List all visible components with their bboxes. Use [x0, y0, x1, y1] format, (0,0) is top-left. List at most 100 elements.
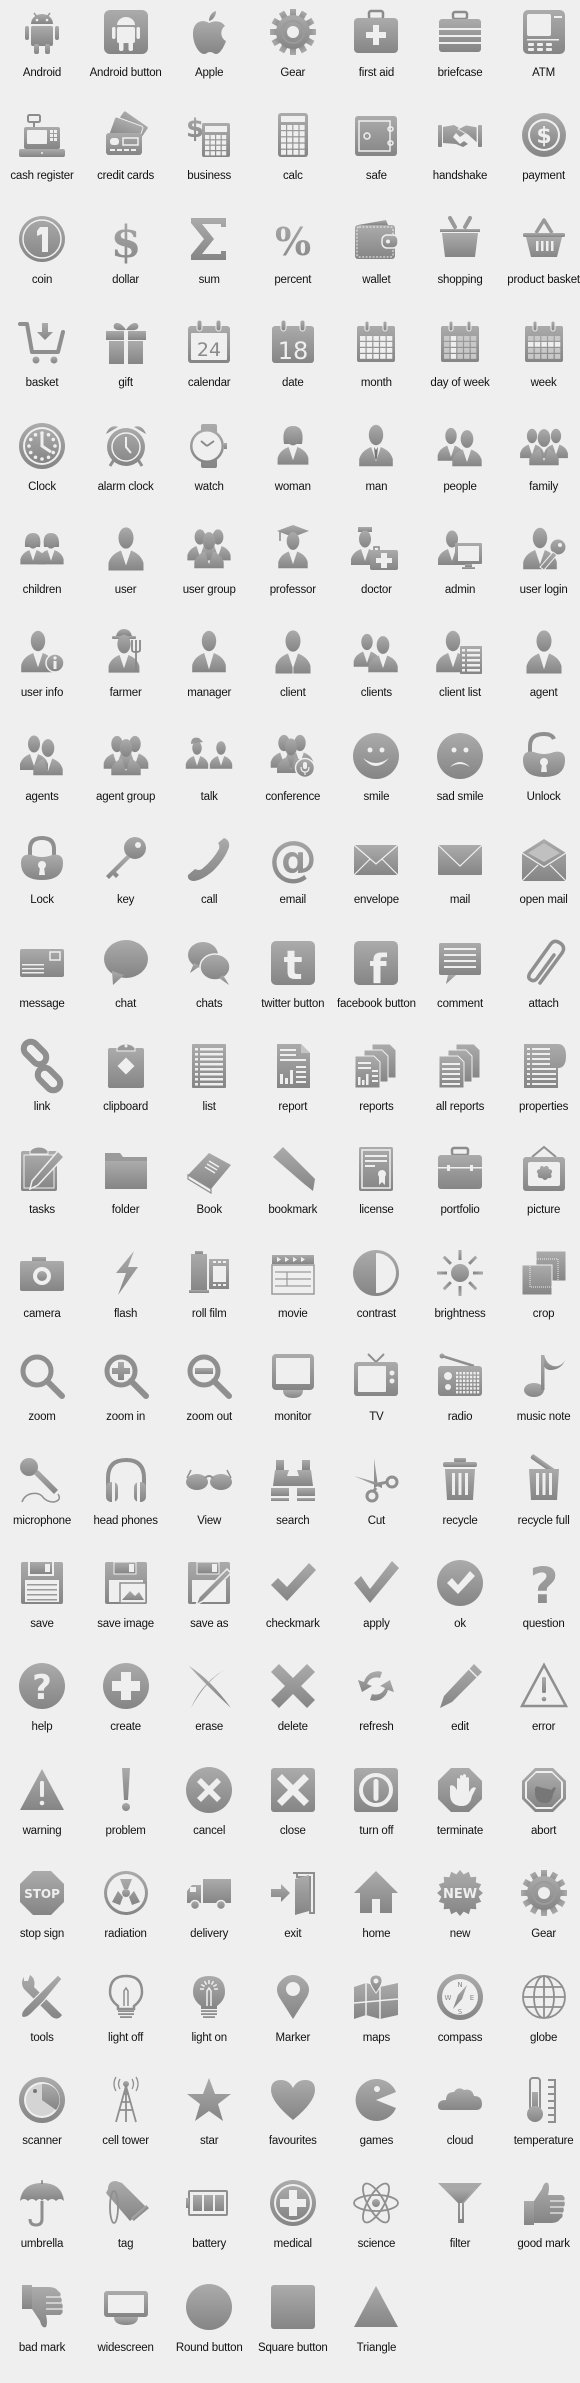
- icon-tile-refresh[interactable]: refresh: [334, 1662, 418, 1762]
- icon-tile-bad-mark[interactable]: bad mark: [0, 2283, 84, 2383]
- icon-tile-calc[interactable]: calc: [251, 111, 335, 211]
- icon-tile-question[interactable]: ? question: [502, 1557, 580, 1659]
- icon-tile-book[interactable]: Book: [167, 1145, 251, 1245]
- icon-tile-people[interactable]: people: [418, 422, 502, 522]
- icon-tile-movie[interactable]: movie: [251, 1249, 335, 1349]
- icon-tile-medical[interactable]: medical: [251, 2179, 335, 2279]
- icon-tile-user[interactable]: user: [84, 525, 168, 625]
- icon-tile-stop-sign[interactable]: STOP stop sign: [0, 1869, 84, 1969]
- icon-tile-abort[interactable]: abort: [502, 1766, 580, 1866]
- icon-tile-percent[interactable]: % percent: [251, 215, 335, 315]
- icon-tile-conference[interactable]: conference: [251, 732, 335, 832]
- icon-tile-ok[interactable]: ok: [418, 1559, 502, 1659]
- icon-tile-chat[interactable]: chat: [84, 939, 168, 1039]
- icon-tile-help[interactable]: ? help: [0, 1662, 84, 1762]
- icon-tile-shopping[interactable]: shopping: [418, 215, 502, 315]
- icon-tile-recycle-full[interactable]: recycle full: [502, 1454, 580, 1556]
- icon-tile-clipboard[interactable]: clipboard: [84, 1042, 168, 1142]
- icon-tile-week[interactable]: week: [502, 318, 580, 418]
- icon-tile-terminate[interactable]: terminate: [418, 1766, 502, 1866]
- icon-tile-day-of-week[interactable]: day of week: [418, 318, 502, 418]
- icon-tile-tasks[interactable]: tasks: [0, 1145, 84, 1245]
- icon-tile-client[interactable]: client: [251, 628, 335, 728]
- icon-tile-dollar[interactable]: $ dollar: [84, 215, 168, 315]
- icon-tile-cell-tower[interactable]: cell tower: [84, 2076, 168, 2176]
- icon-tile-reports[interactable]: reports: [334, 1042, 418, 1142]
- icon-tile-professor[interactable]: professor: [251, 525, 335, 625]
- icon-tile-science[interactable]: science: [334, 2179, 418, 2279]
- icon-tile-business[interactable]: $ business: [167, 111, 251, 211]
- icon-tile-license[interactable]: license: [334, 1145, 418, 1245]
- icon-tile-recycle[interactable]: recycle: [418, 1456, 502, 1556]
- icon-tile-microphone[interactable]: microphone: [0, 1456, 84, 1556]
- icon-tile-coin[interactable]: coin: [0, 215, 84, 315]
- icon-tile-product-basket[interactable]: product basket: [502, 215, 580, 315]
- icon-tile-good-mark[interactable]: good mark: [502, 2179, 580, 2279]
- icon-tile-call[interactable]: call: [167, 835, 251, 935]
- icon-tile-filter[interactable]: filter: [418, 2179, 502, 2279]
- icon-tile-erase[interactable]: erase: [167, 1662, 251, 1762]
- icon-tile-delete[interactable]: delete: [251, 1662, 335, 1762]
- icon-tile-agent[interactable]: agent: [502, 628, 580, 728]
- icon-tile-portfolio[interactable]: portfolio: [418, 1145, 502, 1245]
- icon-tile-link[interactable]: link: [0, 1038, 84, 1142]
- icon-tile-user-login[interactable]: user login: [502, 525, 580, 625]
- icon-tile-create[interactable]: create: [84, 1662, 168, 1762]
- icon-tile-globe[interactable]: globe: [502, 1973, 580, 2073]
- icon-tile-manager[interactable]: manager: [167, 628, 251, 728]
- icon-tile-search[interactable]: search: [251, 1456, 335, 1556]
- icon-tile-open-mail[interactable]: open mail: [502, 835, 580, 935]
- icon-tile-android[interactable]: Android: [0, 8, 84, 108]
- icon-tile-monitor[interactable]: monitor: [251, 1352, 335, 1452]
- icon-tile-round-button[interactable]: Round button: [167, 2283, 251, 2383]
- icon-tile-widescreen[interactable]: widescreen: [84, 2283, 168, 2383]
- icon-tile-all-reports[interactable]: all reports: [418, 1042, 502, 1142]
- icon-tile-new[interactable]: NEW new: [418, 1869, 502, 1969]
- icon-tile-cloud[interactable]: cloud: [418, 2076, 502, 2176]
- icon-tile-children[interactable]: children: [0, 525, 84, 625]
- icon-tile-games[interactable]: games: [334, 2076, 418, 2176]
- icon-tile-square-button[interactable]: Square button: [251, 2283, 335, 2383]
- icon-tile-apply[interactable]: apply: [334, 1559, 418, 1659]
- icon-tile-favourites[interactable]: favourites: [251, 2076, 335, 2176]
- icon-tile-list[interactable]: list: [167, 1042, 251, 1142]
- icon-tile-roll-film[interactable]: roll film: [167, 1249, 251, 1349]
- icon-tile-checkmark[interactable]: checkmark: [251, 1559, 335, 1659]
- icon-tile-comment[interactable]: comment: [418, 939, 502, 1039]
- icon-tile-chats[interactable]: chats: [167, 939, 251, 1039]
- icon-tile-envelope[interactable]: envelope: [334, 835, 418, 935]
- icon-tile-talk[interactable]: talk: [167, 732, 251, 832]
- icon-tile-scanner[interactable]: scanner: [0, 2076, 84, 2176]
- icon-tile-cut[interactable]: Cut: [334, 1456, 418, 1556]
- icon-tile-alarm-clock[interactable]: alarm clock: [84, 422, 168, 522]
- icon-tile-cash-register[interactable]: cash register: [0, 111, 84, 211]
- icon-tile-save-as[interactable]: save as: [167, 1559, 251, 1659]
- icon-tile-farmer[interactable]: farmer: [84, 628, 168, 728]
- icon-tile-atm[interactable]: ATM: [502, 8, 580, 108]
- icon-tile-headphones[interactable]: head phones: [84, 1456, 168, 1556]
- icon-tile-safe[interactable]: safe: [334, 111, 418, 211]
- icon-tile-umbrella[interactable]: umbrella: [0, 2179, 84, 2279]
- icon-tile-wallet[interactable]: wallet: [334, 215, 418, 315]
- icon-tile-unlock[interactable]: Unlock: [502, 731, 580, 832]
- icon-tile-battery[interactable]: battery: [167, 2179, 251, 2279]
- icon-tile-error[interactable]: error: [502, 1662, 580, 1762]
- icon-tile-android-button[interactable]: Android button: [84, 8, 168, 108]
- icon-tile-crop[interactable]: crop: [502, 1249, 580, 1349]
- icon-tile-camera[interactable]: camera: [0, 1249, 84, 1349]
- icon-tile-clients[interactable]: clients: [334, 628, 418, 728]
- icon-tile-basket[interactable]: basket: [0, 318, 84, 418]
- icon-tile-first-aid[interactable]: first aid: [334, 8, 418, 108]
- icon-tile-save-image[interactable]: save image: [84, 1559, 168, 1659]
- icon-tile-triangle[interactable]: Triangle: [334, 2283, 418, 2383]
- icon-tile-light-on[interactable]: light on: [167, 1973, 251, 2073]
- icon-tile-light-off[interactable]: light off: [84, 1973, 168, 2073]
- icon-tile-problem[interactable]: problem: [84, 1766, 168, 1866]
- icon-tile-watch[interactable]: watch: [167, 422, 251, 522]
- icon-tile-save[interactable]: save: [0, 1559, 84, 1659]
- icon-tile-contrast[interactable]: contrast: [334, 1249, 418, 1349]
- icon-tile-agents[interactable]: agents: [0, 732, 84, 832]
- icon-tile-message[interactable]: message: [0, 939, 84, 1039]
- icon-tile-month[interactable]: month: [334, 318, 418, 418]
- icon-tile-flash[interactable]: flash: [84, 1249, 168, 1349]
